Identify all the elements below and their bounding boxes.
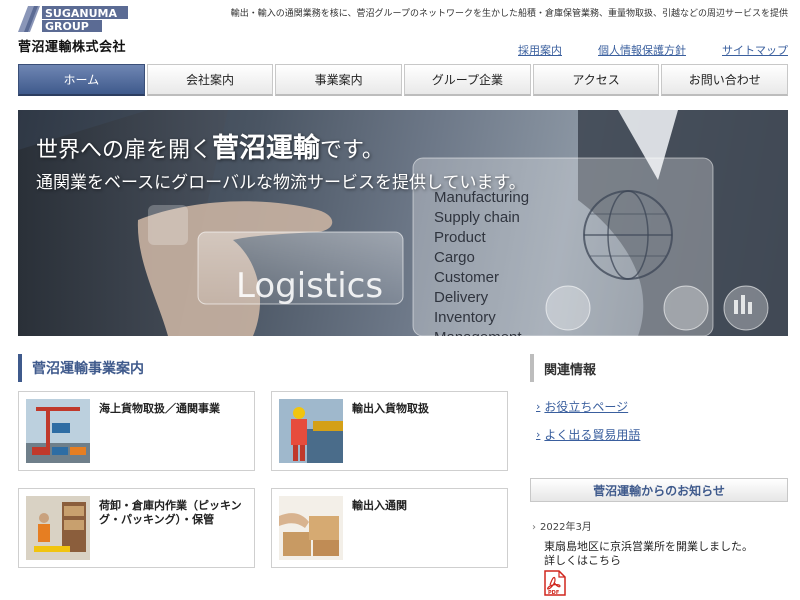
useful-pages-link[interactable]: › お役立ちページ	[536, 398, 628, 415]
hero-logistics-word: Logistics	[236, 266, 384, 306]
port-worker-photo	[279, 399, 343, 463]
hero-banner: 世界への扉を開く菅沼運輸です。 通関業をベースにグローバルな物流サービスを提供し…	[18, 110, 788, 336]
company-name: 菅沼運輸株式会社	[18, 40, 127, 55]
related-info-heading: 関連情報	[530, 354, 788, 382]
news-item-text: 東扇島地区に京浜営業所を開業しました。	[544, 540, 753, 553]
chevron-right-icon: ›	[536, 428, 541, 441]
hero-title: 世界への扉を開く菅沼運輸です。	[36, 133, 384, 164]
group-logo[interactable]: SUGANUMA GROUP 菅沼運輸株式会社	[18, 4, 130, 55]
hero-keyword: Customer	[434, 269, 500, 286]
nav-business[interactable]: 事業案内	[275, 64, 403, 96]
hero-keyword: Delivery	[434, 289, 489, 306]
business-card-marine-cargo[interactable]: 海上貨物取扱／通関事業	[18, 391, 255, 471]
nav-home[interactable]: ホーム	[18, 64, 145, 96]
hero-keyword: Product	[434, 229, 486, 246]
useful-pages-link-label: お役立ちページ	[544, 400, 629, 414]
suganuma-logo-icon: SUGANUMA GROUP	[18, 6, 128, 33]
utility-links: 採用案内 個人情報保護方針 サイトマップ	[518, 42, 788, 58]
business-card-label: 荷卸・倉庫内作業（ピッキング・パッキング）・保管	[99, 499, 242, 526]
business-card-label: 輸出入通関	[352, 499, 407, 512]
business-card-import-export-cargo[interactable]: 輸出入貨物取扱	[271, 391, 508, 471]
hero-keyword: Supply chain	[434, 209, 520, 226]
business-card-customs-clearance[interactable]: 輸出入通関	[271, 488, 508, 568]
hero-keyword: Inventory	[434, 309, 496, 326]
pdf-label: PDF	[548, 590, 559, 596]
warehouse-worker-photo	[26, 496, 90, 560]
hero-keyword: Manufacturing	[434, 189, 530, 206]
nav-company[interactable]: 会社案内	[146, 64, 274, 96]
hero-keyword: Management	[434, 328, 529, 336]
port-crane-photo	[26, 399, 90, 463]
business-section-heading: 菅沼運輸事業案内	[18, 354, 508, 382]
logo-line1: SUGANUMA	[45, 7, 117, 20]
nav-contact[interactable]: お問い合わせ	[661, 64, 789, 96]
news-details-link[interactable]: 詳しくはこちら	[544, 554, 753, 568]
recruit-link[interactable]: 採用案内	[518, 42, 562, 58]
hero-keyword: Cargo	[434, 249, 475, 266]
privacy-policy-link[interactable]: 個人情報保護方針	[598, 42, 686, 58]
sitemap-link[interactable]: サイトマップ	[722, 42, 788, 58]
nav-group-companies[interactable]: グループ企業	[404, 64, 531, 96]
logo-line2: GROUP	[45, 20, 89, 33]
news-heading: 菅沼運輸からのお知らせ	[530, 478, 788, 502]
header-tagline: 輸出・輸入の通関業務を核に、菅沼グループのネットワークを生かした船積・倉庫保管業…	[230, 9, 788, 19]
trade-glossary-link-label: よく出る貿易用語	[544, 428, 641, 442]
chevron-right-icon: ›	[536, 400, 541, 413]
news-date-label: 2022年3月	[540, 522, 592, 533]
news-date: › 2022年3月	[532, 518, 592, 533]
pdf-icon[interactable]: PDF	[544, 570, 566, 596]
cardboard-boxes-photo	[279, 496, 343, 560]
trade-glossary-link[interactable]: › よく出る貿易用語	[536, 426, 640, 443]
hero-keyword-list: Manufacturing Supply chain Product Cargo…	[434, 188, 529, 336]
business-card-label: 輸出入貨物取扱	[352, 402, 429, 415]
business-card-warehouse[interactable]: 荷卸・倉庫内作業（ピッキング・パッキング）・保管	[18, 488, 255, 568]
nav-access[interactable]: アクセス	[532, 64, 660, 96]
global-nav: ホーム 会社案内 事業案内 グループ企業 アクセス お問い合わせ	[18, 64, 789, 96]
chevron-right-icon: ›	[532, 522, 536, 533]
business-card-label: 海上貨物取扱／通関事業	[99, 402, 220, 415]
news-item: 東扇島地区に京浜営業所を開業しました。 詳しくはこちら	[544, 540, 753, 568]
